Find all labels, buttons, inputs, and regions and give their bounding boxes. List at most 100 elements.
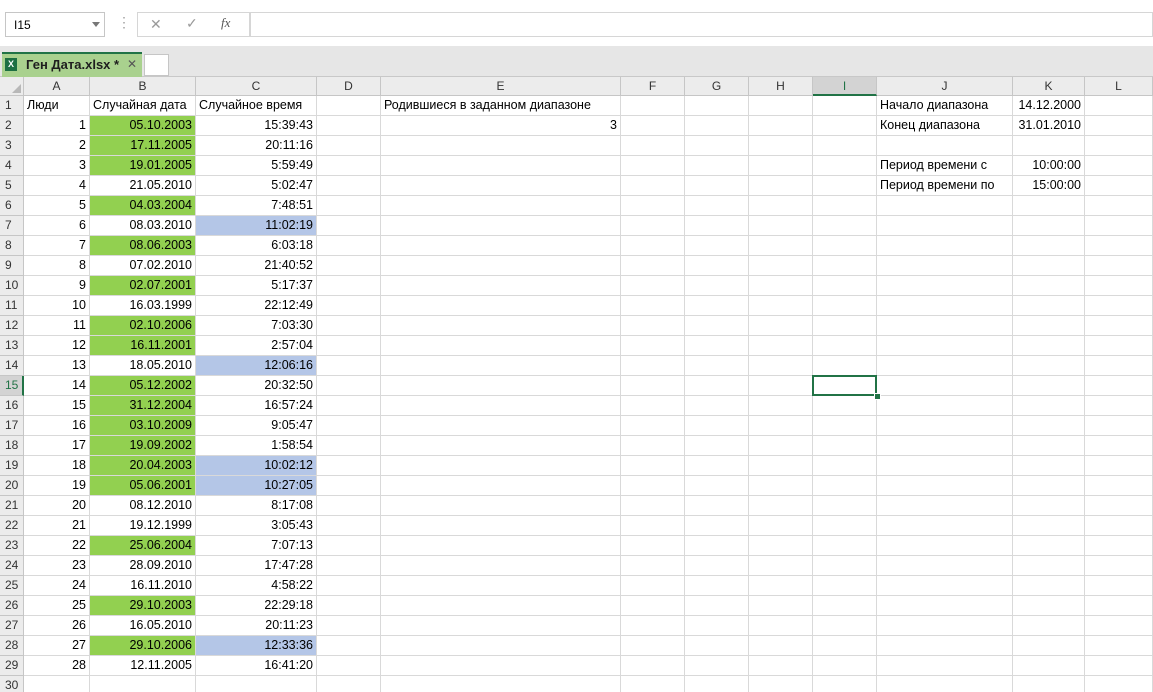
spreadsheet-grid[interactable]: A B C D E F G H I J K L 1 2 3 4 5 6 7 8 9 10 11 12 13 14 15 16 17 18 1… xyxy=(0,77,1153,692)
cell-random-time[interactable]: 6:03:18 xyxy=(196,236,316,255)
cell-random-date[interactable]: 07.02.2010 xyxy=(90,256,195,275)
cell-person-number[interactable]: 12 xyxy=(24,336,89,355)
cell-random-time[interactable]: 5:02:47 xyxy=(196,176,316,195)
row-header[interactable]: 8 xyxy=(0,236,24,256)
cell-person-number[interactable]: 22 xyxy=(24,536,89,555)
row-header[interactable]: 25 xyxy=(0,576,24,596)
column-header[interactable]: J xyxy=(877,77,1013,96)
cell-person-number[interactable]: 21 xyxy=(24,516,89,535)
cell-random-date[interactable]: 18.05.2010 xyxy=(90,356,195,375)
cell-param-label[interactable]: Конец диапазона xyxy=(877,116,1012,135)
row-header[interactable]: 13 xyxy=(0,336,24,356)
cell-random-date[interactable]: 08.03.2010 xyxy=(90,216,195,235)
cell-person-number[interactable]: 15 xyxy=(24,396,89,415)
workbook-tab[interactable]: X Ген Дата.xlsx * ✕ xyxy=(2,52,142,77)
cell-person-number[interactable]: 25 xyxy=(24,596,89,615)
cell-param-value[interactable]: 31.01.2010 xyxy=(1013,116,1084,135)
cancel-icon[interactable]: ✕ xyxy=(150,16,162,33)
cell-person-number[interactable]: 24 xyxy=(24,576,89,595)
cell-random-date[interactable]: 16.11.2001 xyxy=(90,336,195,355)
cell-header-people[interactable]: Люди xyxy=(24,96,89,115)
row-header[interactable]: 20 xyxy=(0,476,24,496)
cell-random-time[interactable]: 17:47:28 xyxy=(196,556,316,575)
cell-person-number[interactable]: 8 xyxy=(24,256,89,275)
cell-random-date[interactable]: 19.09.2002 xyxy=(90,436,195,455)
cell-random-date[interactable]: 16.03.1999 xyxy=(90,296,195,315)
cell-person-number[interactable]: 1 xyxy=(24,116,89,135)
cell-person-number[interactable]: 6 xyxy=(24,216,89,235)
cell-person-number[interactable]: 20 xyxy=(24,496,89,515)
column-header[interactable]: G xyxy=(685,77,749,96)
cell-person-number[interactable]: 13 xyxy=(24,356,89,375)
cell-random-date[interactable]: 28.09.2010 xyxy=(90,556,195,575)
row-header[interactable]: 7 xyxy=(0,216,24,236)
column-header[interactable]: A xyxy=(24,77,90,96)
cell-random-time[interactable]: 22:29:18 xyxy=(196,596,316,615)
cell-random-date[interactable]: 29.10.2006 xyxy=(90,636,195,655)
column-header[interactable]: E xyxy=(381,77,621,96)
cell-header-random-time[interactable]: Случайное время xyxy=(196,96,316,115)
cell-random-time[interactable]: 22:12:49 xyxy=(196,296,316,315)
cell-random-time[interactable]: 8:17:08 xyxy=(196,496,316,515)
cell-random-time[interactable]: 7:48:51 xyxy=(196,196,316,215)
row-header[interactable]: 19 xyxy=(0,456,24,476)
row-header[interactable]: 17 xyxy=(0,416,24,436)
cell-random-date[interactable]: 08.06.2003 xyxy=(90,236,195,255)
selected-cell[interactable] xyxy=(812,375,877,396)
column-header[interactable]: B xyxy=(90,77,196,96)
formula-input[interactable] xyxy=(250,12,1153,37)
row-header[interactable]: 30 xyxy=(0,676,24,692)
cell-person-number[interactable]: 19 xyxy=(24,476,89,495)
row-header[interactable]: 9 xyxy=(0,256,24,276)
cell-random-time[interactable]: 16:41:20 xyxy=(196,656,316,675)
row-header[interactable]: 16 xyxy=(0,396,24,416)
cell-person-number[interactable]: 10 xyxy=(24,296,89,315)
cell-random-time[interactable]: 12:33:36 xyxy=(196,636,316,655)
row-header[interactable]: 29 xyxy=(0,656,24,676)
row-header[interactable]: 24 xyxy=(0,556,24,576)
row-header[interactable]: 28 xyxy=(0,636,24,656)
cell-random-time[interactable]: 16:57:24 xyxy=(196,396,316,415)
cell-header-random-date[interactable]: Случайная дата xyxy=(90,96,195,115)
row-header[interactable]: 27 xyxy=(0,616,24,636)
cell-random-time[interactable]: 9:05:47 xyxy=(196,416,316,435)
cell-random-date[interactable]: 19.01.2005 xyxy=(90,156,195,175)
cell-random-time[interactable]: 4:58:22 xyxy=(196,576,316,595)
cell-random-time[interactable]: 5:59:49 xyxy=(196,156,316,175)
row-header[interactable]: 5 xyxy=(0,176,24,196)
cell-random-date[interactable]: 25.06.2004 xyxy=(90,536,195,555)
cell-random-date[interactable]: 08.12.2010 xyxy=(90,496,195,515)
cell-random-date[interactable]: 29.10.2003 xyxy=(90,596,195,615)
cell-param-value[interactable]: 15:00:00 xyxy=(1013,176,1084,195)
row-header[interactable]: 4 xyxy=(0,156,24,176)
cell-person-number[interactable]: 23 xyxy=(24,556,89,575)
row-header[interactable]: 23 xyxy=(0,536,24,556)
cell-person-number[interactable]: 2 xyxy=(24,136,89,155)
cell-random-date[interactable]: 19.12.1999 xyxy=(90,516,195,535)
cell-person-number[interactable]: 11 xyxy=(24,316,89,335)
cell-person-number[interactable]: 4 xyxy=(24,176,89,195)
column-header[interactable]: L xyxy=(1085,77,1153,96)
name-box[interactable]: I15 xyxy=(5,12,105,37)
select-all-corner[interactable] xyxy=(0,77,24,96)
cell-param-label[interactable]: Период времени с xyxy=(877,156,1012,175)
more-options-icon[interactable]: ⋮ xyxy=(117,14,131,30)
row-header[interactable]: 6 xyxy=(0,196,24,216)
cell-random-date[interactable]: 03.10.2009 xyxy=(90,416,195,435)
cell-random-date[interactable]: 31.12.2004 xyxy=(90,396,195,415)
cell-born-in-range-count[interactable]: 3 xyxy=(381,116,620,135)
cell-random-time[interactable]: 7:03:30 xyxy=(196,316,316,335)
cell-random-time[interactable]: 1:58:54 xyxy=(196,436,316,455)
cell-random-date[interactable]: 21.05.2010 xyxy=(90,176,195,195)
column-header[interactable]: I xyxy=(813,77,877,96)
cell-param-value[interactable]: 10:00:00 xyxy=(1013,156,1084,175)
cell-random-time[interactable]: 20:11:23 xyxy=(196,616,316,635)
cell-person-number[interactable]: 28 xyxy=(24,656,89,675)
row-header[interactable]: 11 xyxy=(0,296,24,316)
cell-person-number[interactable]: 26 xyxy=(24,616,89,635)
row-header[interactable]: 2 xyxy=(0,116,24,136)
row-header[interactable]: 12 xyxy=(0,316,24,336)
cell-random-time[interactable]: 10:02:12 xyxy=(196,456,316,475)
row-header[interactable]: 10 xyxy=(0,276,24,296)
cell-person-number[interactable]: 3 xyxy=(24,156,89,175)
